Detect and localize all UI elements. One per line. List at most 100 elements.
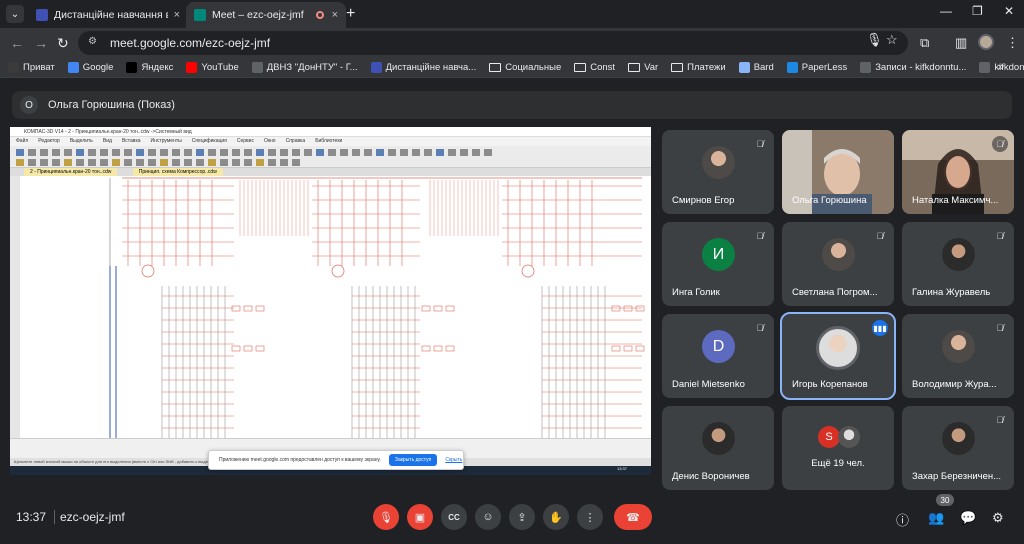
leave-call-button[interactable]: ☎ (614, 504, 652, 530)
toolbar-button-icon (268, 159, 276, 166)
bookmark-item[interactable]: Google (67, 62, 113, 73)
toolbar-button-icon (160, 149, 168, 156)
bookmark-star-icon[interactable]: ☆ (886, 32, 898, 48)
activities-icon[interactable]: ⚙ (992, 510, 1004, 526)
microphone-icon[interactable]: 🎙 (866, 32, 883, 48)
relay-symbol (623, 305, 633, 312)
mic-off-button[interactable]: 🎙 (373, 504, 399, 530)
participant-avatar-photo (822, 238, 855, 271)
kompas-menu-bar: Файл Редактор Выделить Вид Вставка Инструмент… (10, 137, 651, 146)
participant-tile[interactable]: S Ещё 19 чел. (782, 406, 894, 490)
participant-tile[interactable]: Наталка Максимч... 🎙̸ (902, 130, 1014, 214)
bookmark-item[interactable]: Яндекс (126, 62, 173, 73)
presenter-avatar: О (20, 96, 38, 114)
close-window-icon[interactable]: ✕ (1004, 4, 1014, 18)
people-icon[interactable]: 👥 (928, 510, 944, 526)
tab-title: Meet – ezc-oejz-jmf (212, 9, 304, 21)
notice-text: Приложению meet.google.com предоставлен … (219, 457, 381, 463)
sidepanel-icon[interactable]: ▥ (955, 35, 967, 51)
toolbar-button-icon (172, 159, 180, 166)
address-bar[interactable]: ⚙ meet.google.com/ezc-oejz-jmf (78, 31, 908, 55)
toolbar-button-icon (412, 149, 420, 156)
more-options-button[interactable]: ⋮ (577, 504, 603, 530)
toolbar-button-icon (220, 159, 228, 166)
toolbar-button-icon (100, 159, 108, 166)
hide-notice-link[interactable]: Скрыть (445, 457, 462, 463)
bookmark-label: Дистанційне навча... (385, 62, 477, 73)
bookmark-item[interactable]: Социальные (489, 62, 561, 73)
mic-muted-icon: 🎙̸ (876, 231, 884, 241)
relay-symbol (611, 305, 621, 312)
tab-search-button[interactable]: ⌄ (6, 5, 24, 23)
motor-symbol (141, 264, 155, 278)
kompas-menu-item: Файл (16, 138, 29, 144)
bookmark-item[interactable]: PaperLess (786, 62, 847, 73)
bookmark-item[interactable]: Платежи (671, 62, 726, 73)
bookmark-label: Платежи (687, 62, 726, 73)
participant-tile[interactable]: Ольга Горюшина (782, 130, 894, 214)
close-tab-icon[interactable]: × (332, 9, 338, 21)
participant-tile[interactable]: Светлана Погром... 🎙̸ (782, 222, 894, 306)
emoji-button[interactable]: ☺ (475, 504, 501, 530)
bookmark-item[interactable]: Дистанційне навча... (370, 62, 477, 73)
profile-avatar[interactable] (978, 34, 994, 50)
kompas-menu-item: Окно (263, 138, 276, 144)
folder-icon (671, 63, 684, 72)
doc-tab: Принцип. схема Компрессор..cdw (132, 168, 223, 176)
minimize-icon[interactable]: — (940, 4, 952, 18)
bookmarks-overflow-button[interactable]: » (998, 61, 1004, 73)
present-button[interactable]: ⇪ (509, 504, 535, 530)
presenter-label: Ольга Горюшина (Показ) (48, 99, 175, 111)
relay-symbol (243, 305, 253, 312)
bookmark-item[interactable]: ДВНЗ "ДонНТУ" - Г... (251, 62, 358, 73)
participant-tile[interactable]: Галина Журавель 🎙̸ (902, 222, 1014, 306)
relay-symbol (231, 305, 241, 312)
new-tab-button[interactable]: + (346, 5, 355, 23)
site-info-icon[interactable]: ⚙ (88, 36, 102, 50)
extensions-icon[interactable]: ⧉ (920, 35, 929, 51)
forward-icon[interactable]: → (34, 35, 48, 51)
yandex-icon (126, 62, 138, 73)
toolbar-button-icon (28, 149, 36, 156)
folder-icon (628, 63, 641, 72)
toolbar-button-icon (184, 159, 192, 166)
participant-tile[interactable]: И Инга Голик 🎙̸ (662, 222, 774, 306)
menu-icon[interactable]: ⋮ (1006, 35, 1019, 51)
more-participants-label: Ещё 19 чел. (811, 458, 865, 469)
close-tab-icon[interactable]: × (174, 9, 180, 21)
info-icon[interactable]: ⓘ (896, 510, 909, 529)
stop-sharing-button[interactable]: Закрыть доступ (388, 454, 438, 466)
bookmark-item[interactable]: Приват (8, 62, 55, 73)
tab-meet[interactable]: Meet – ezc-oejz-jmf × (186, 2, 346, 28)
participant-tile[interactable]: Денис Вороничев (662, 406, 774, 490)
divider (54, 510, 55, 524)
raise-hand-button[interactable]: ✋ (543, 504, 569, 530)
bookmark-item[interactable]: YouTube (186, 62, 239, 73)
maximize-icon[interactable]: ❐ (972, 4, 983, 18)
chat-icon[interactable]: 💬 (960, 510, 976, 526)
bookmark-item[interactable]: Записи - kifkdonntu... (860, 62, 966, 73)
toolbar-button-icon (292, 149, 300, 156)
bookmark-item[interactable]: Var (628, 62, 658, 73)
participant-tile[interactable]: Володимир Жура... 🎙̸ (902, 314, 1014, 398)
motor-symbol (521, 264, 535, 278)
reload-icon[interactable]: ↻ (57, 35, 69, 52)
participant-tile[interactable]: D Daniel Mietsenko 🎙̸ (662, 314, 774, 398)
camera-off-button[interactable]: ▣ (407, 504, 433, 530)
participant-tile[interactable]: Захар Березничен... 🎙̸ (902, 406, 1014, 490)
participant-name: Захар Березничен... (912, 471, 1002, 482)
participant-tile[interactable]: Смирнов Егор 🎙̸ (662, 130, 774, 214)
bookmark-item[interactable]: Const (574, 62, 615, 73)
toolbar-button-icon (244, 149, 252, 156)
captions-button[interactable]: CC (441, 504, 467, 530)
mic-muted-icon: 🎙̸ (996, 415, 1004, 425)
toolbar-button-icon (28, 159, 36, 166)
participant-tile[interactable]: Игорь Корепанов ▮▮▮ (780, 312, 896, 400)
back-icon[interactable]: ← (10, 35, 24, 51)
toolbar-button-icon (388, 149, 396, 156)
tab-distance-learning[interactable]: Дистанційне навчання в ВСП × (28, 2, 188, 28)
meeting-code: ezc-oejz-jmf (60, 510, 125, 524)
toolbar-button-icon (256, 149, 264, 156)
meet-control-bar: 13:37 ezc-oejz-jmf 🎙 ▣ CC ☺ ⇪ ✋ ⋮ ☎ ⓘ 👥 … (0, 500, 1024, 544)
bookmark-item[interactable]: Bard (738, 62, 774, 73)
